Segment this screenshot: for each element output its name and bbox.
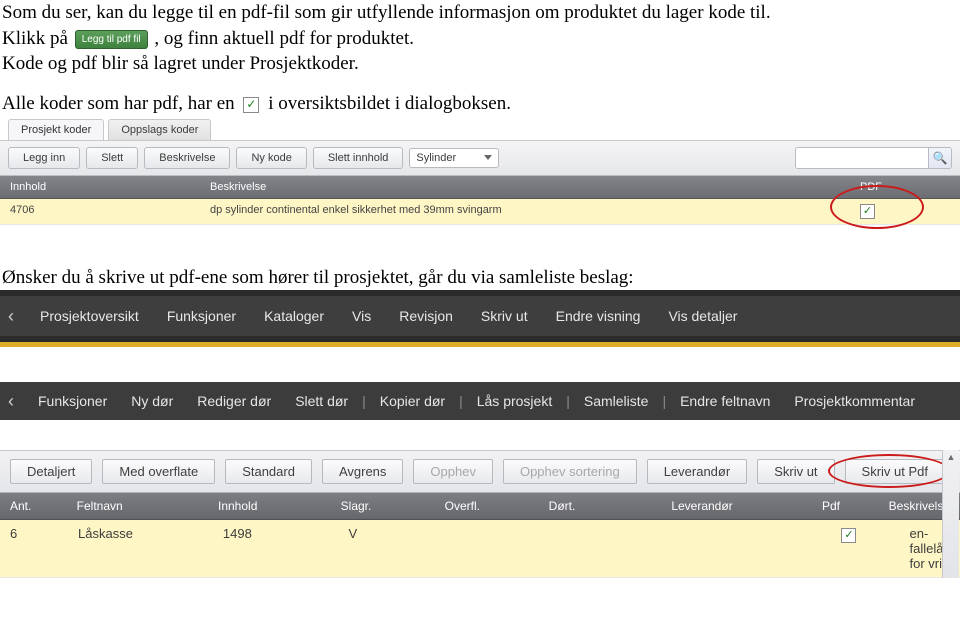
doc-p4b: i oversiktsbildet i dialogboksen.	[268, 93, 511, 114]
scroll-up-icon[interactable]: ▲	[947, 452, 956, 462]
opphev-sortering-button: Opphev sortering	[503, 459, 637, 484]
tabs-row: Prosjekt koder Oppslags koder	[0, 117, 960, 141]
menu-slett-dor[interactable]: Slett dør	[283, 393, 360, 409]
th-slagr: Slagr.	[331, 493, 435, 519]
menu-prosjektkommentar[interactable]: Prosjektkommentar	[782, 393, 927, 409]
separator: |	[564, 393, 572, 409]
slett-innhold-button[interactable]: Slett innhold	[313, 147, 404, 169]
toolbar: Detaljert Med overflate Standard Avgrens…	[0, 450, 960, 493]
cell-innhold: 1498	[213, 520, 339, 577]
table-row[interactable]: 6 Låskasse 1498 V ✓ en-fallelås for vrid	[0, 520, 960, 578]
menu-rediger-dor[interactable]: Rediger dør	[185, 393, 283, 409]
table-header: Ant. Feltnavn Innhold Slagr. Overfl. Dør…	[0, 493, 960, 520]
select-label: Sylinder	[416, 152, 456, 164]
leverandor-button[interactable]: Leverandør	[647, 459, 747, 484]
main-menubar: ‹ Prosjektoversikt Funksjoner Kataloger …	[0, 296, 960, 336]
th-pdf: Pdf	[812, 493, 879, 519]
doc-p2b: , og finn aktuell pdf for produktet.	[154, 28, 414, 49]
separator: |	[457, 393, 465, 409]
opphev-button: Opphev	[413, 459, 493, 484]
menu-las-prosjekt[interactable]: Lås prosjekt	[465, 393, 564, 409]
standard-button[interactable]: Standard	[225, 459, 312, 484]
skriv-ut-button[interactable]: Skriv ut	[757, 459, 834, 484]
sub-menubar: ‹ Funksjoner Ny dør Rediger dør Slett dø…	[0, 382, 960, 420]
skriv-ut-pdf-label: Skriv ut Pdf	[862, 464, 928, 479]
doc-p5: Ønsker du å skrive ut pdf-ene som hører …	[2, 267, 634, 288]
cell-slagr: V	[339, 520, 445, 577]
search-box[interactable]: 🔍	[795, 147, 952, 169]
tab-prosjekt-koder[interactable]: Prosjekt koder	[8, 119, 104, 140]
skriv-ut-pdf-button[interactable]: Skriv ut Pdf	[845, 459, 945, 484]
menu-vis-detaljer[interactable]: Vis detaljer	[654, 308, 751, 324]
separator: |	[360, 393, 368, 409]
doc-p3: Kode og pdf blir så lagret under Prosjek…	[2, 53, 359, 74]
kategori-select[interactable]: Sylinder	[409, 148, 499, 168]
menu-revisjon[interactable]: Revisjon	[385, 308, 467, 324]
pdf-checkbox-icon: ✓	[841, 528, 856, 543]
toolbar: Legg inn Slett Beskrivelse Ny kode Slett…	[0, 141, 960, 176]
doc-p4a: Alle koder som har pdf, har en	[2, 93, 239, 114]
search-icon[interactable]: 🔍	[928, 148, 951, 168]
table-row[interactable]: 4706 dp sylinder continental enkel sikke…	[0, 199, 960, 225]
cell-pdf: ✓	[850, 199, 960, 224]
menu-funksjoner[interactable]: Funksjoner	[153, 308, 250, 324]
beskrivelse-button[interactable]: Beskrivelse	[144, 147, 230, 169]
menu-kataloger[interactable]: Kataloger	[250, 308, 338, 324]
menu-skriv-ut[interactable]: Skriv ut	[467, 308, 542, 324]
inline-checkbox-icon: ✓	[243, 97, 259, 113]
slett-button[interactable]: Slett	[86, 147, 138, 169]
cell-dort	[551, 520, 677, 577]
scrollbar[interactable]: ▲	[942, 450, 959, 578]
separator: |	[660, 393, 668, 409]
legg-inn-button[interactable]: Legg inn	[8, 147, 80, 169]
pdf-checkbox-icon: ✓	[860, 204, 875, 219]
th-leverandor: Leverandør	[661, 493, 812, 519]
samleliste-dialog: Detaljert Med overflate Standard Avgrens…	[0, 450, 960, 578]
menu-endre-visning[interactable]: Endre visning	[542, 308, 655, 324]
th-innhold: Innhold	[0, 176, 200, 198]
menu-samleliste[interactable]: Samleliste	[572, 393, 661, 409]
menu-ny-dor[interactable]: Ny dør	[119, 393, 185, 409]
cell-innhold: 4706	[0, 199, 200, 224]
th-feltnavn: Feltnavn	[67, 493, 208, 519]
menu-funksjoner[interactable]: Funksjoner	[26, 393, 119, 409]
menu-kopier-dor[interactable]: Kopier dør	[368, 393, 457, 409]
menu-vis[interactable]: Vis	[338, 308, 385, 324]
th-dort: Dørt.	[539, 493, 662, 519]
menu-endre-feltnavn[interactable]: Endre feltnavn	[668, 393, 782, 409]
doc-p1: Som du ser, kan du legge til en pdf-fil …	[2, 2, 771, 23]
med-overflate-button[interactable]: Med overflate	[102, 459, 215, 484]
table-header: Innhold Beskrivelse PDF	[0, 176, 960, 199]
th-overfl: Overfl.	[435, 493, 539, 519]
chevron-left-icon[interactable]: ‹	[8, 391, 26, 412]
tab-oppslags-koder[interactable]: Oppslags koder	[108, 119, 211, 140]
ny-kode-button[interactable]: Ny kode	[236, 147, 306, 169]
chevron-left-icon[interactable]: ‹	[8, 306, 26, 327]
cell-beskrivelse: dp sylinder continental enkel sikkerhet …	[200, 199, 850, 224]
cell-feltnavn: Låskasse	[68, 520, 213, 577]
th-innhold: Innhold	[208, 493, 331, 519]
legg-til-pdf-chip: Legg til pdf fil	[75, 30, 148, 50]
th-pdf: PDF	[850, 176, 960, 198]
th-ant: Ant.	[0, 493, 67, 519]
cell-pdf: ✓	[831, 520, 899, 577]
chevron-down-icon	[484, 155, 492, 160]
search-input[interactable]	[796, 149, 928, 167]
avgrens-button[interactable]: Avgrens	[322, 459, 403, 484]
cell-leverandor	[677, 520, 831, 577]
cell-ant: 6	[0, 520, 68, 577]
cell-overfl	[445, 520, 551, 577]
th-beskrivelse: Beskrivelse	[200, 176, 850, 198]
kode-dialog: Prosjekt koder Oppslags koder Legg inn S…	[0, 117, 960, 225]
doc-p2a: Klikk på	[2, 28, 73, 49]
detaljert-button[interactable]: Detaljert	[10, 459, 92, 484]
menu-prosjektoversikt[interactable]: Prosjektoversikt	[26, 308, 153, 324]
